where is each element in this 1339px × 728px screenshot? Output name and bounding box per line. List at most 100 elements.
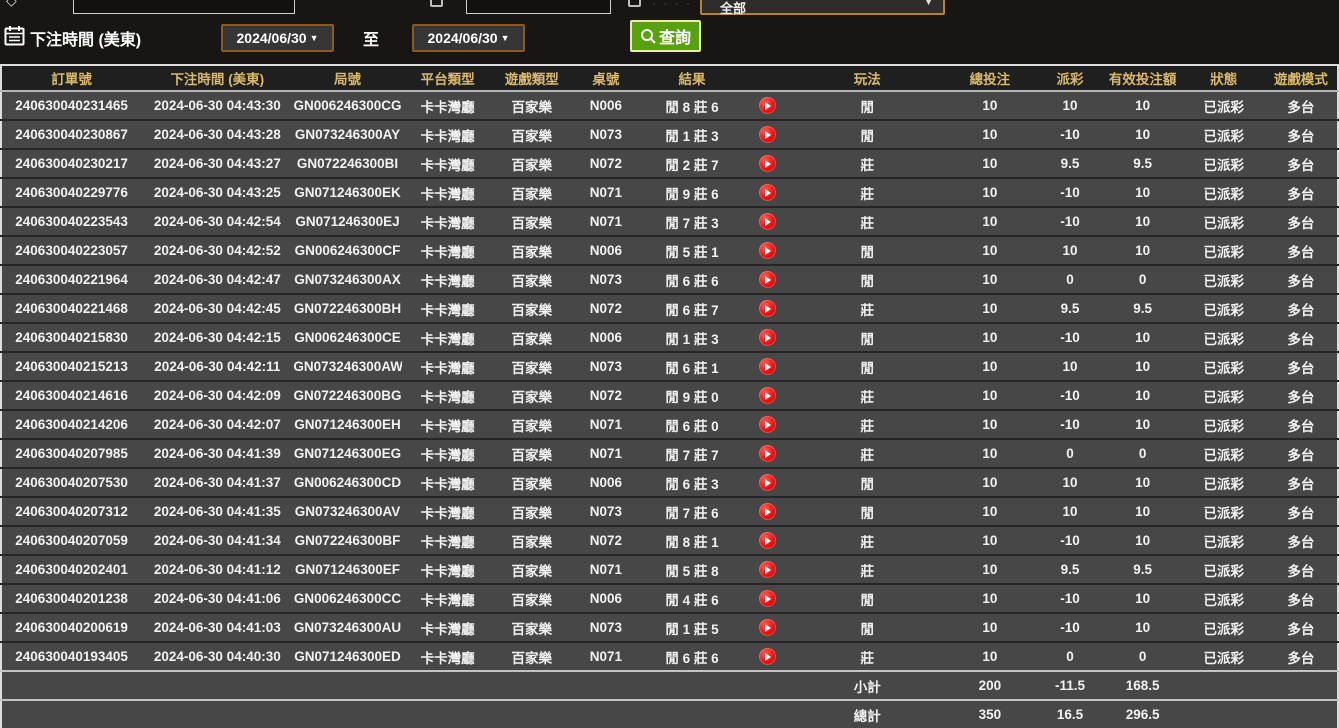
table-row: 2406300402230572024-06-30 04:42:52GN0062… xyxy=(1,236,1338,265)
replay-play-icon[interactable] xyxy=(759,358,776,375)
cropped-select[interactable]: 全部 ▼ xyxy=(700,0,945,15)
cell-status: 已派彩 xyxy=(1183,410,1265,439)
cell-platform: 卡卡灣廳 xyxy=(402,439,494,468)
replay-play-icon[interactable] xyxy=(759,213,776,230)
cell-valid: 9.5 xyxy=(1103,149,1183,178)
cell-round: GN071246300EG xyxy=(293,439,401,468)
replay-play-icon[interactable] xyxy=(759,184,776,201)
cell-replay xyxy=(742,265,792,294)
cell-platform: 卡卡灣廳 xyxy=(402,265,494,294)
cell-game: 百家樂 xyxy=(494,236,570,265)
replay-play-icon[interactable] xyxy=(759,329,776,346)
cropped-text-input-2[interactable] xyxy=(466,0,611,14)
date-to-picker[interactable]: 2024/06/30▼ xyxy=(412,24,525,52)
cell-mode: 多台 xyxy=(1265,468,1338,497)
cropped-text-input-1[interactable] xyxy=(73,0,295,14)
cell-bet: 10 xyxy=(942,468,1037,497)
cell-round: GN072246300BH xyxy=(293,294,401,323)
cell-payout: 10 xyxy=(1037,497,1102,526)
cell-valid: 10 xyxy=(1103,207,1183,236)
replay-play-icon[interactable] xyxy=(759,648,776,665)
cropped-filter-row: ◇ · · · · 全部 ▼ xyxy=(0,0,1339,15)
chevron-down-icon: ▼ xyxy=(924,0,933,7)
replay-play-icon[interactable] xyxy=(759,155,776,172)
cell-payout: 9.5 xyxy=(1037,149,1102,178)
table-row: 2406300402142062024-06-30 04:42:07GN0712… xyxy=(1,410,1338,439)
cell-tableNo: N072 xyxy=(570,149,642,178)
cell-time: 2024-06-30 04:42:45 xyxy=(141,294,293,323)
cell-play: 莊 xyxy=(792,381,942,410)
replay-play-icon[interactable] xyxy=(759,474,776,491)
cell-platform: 卡卡灣廳 xyxy=(402,91,494,120)
cell-bet: 10 xyxy=(942,265,1037,294)
cell-order: 240630040200619 xyxy=(1,613,141,642)
cell-bet: 10 xyxy=(942,294,1037,323)
cell-round: GN073246300AX xyxy=(293,265,401,294)
replay-play-icon[interactable] xyxy=(759,300,776,317)
cell-time: 2024-06-30 04:40:30 xyxy=(141,642,293,671)
cell-bet: 10 xyxy=(942,526,1037,555)
date-from-picker[interactable]: 2024/06/30▼ xyxy=(221,24,334,52)
cell-tableNo: N073 xyxy=(570,613,642,642)
cell-round: GN006246300CG xyxy=(293,91,401,120)
date-range-to-label: 至 xyxy=(363,26,379,50)
cell-result: 閒 1 莊 5 xyxy=(642,613,742,642)
replay-play-icon[interactable] xyxy=(759,619,776,636)
cell-play: 莊 xyxy=(792,207,942,236)
cell-valid: 10 xyxy=(1103,526,1183,555)
cell-replay xyxy=(742,178,792,207)
replay-play-icon[interactable] xyxy=(759,242,776,259)
cell-platform: 卡卡灣廳 xyxy=(402,381,494,410)
cell-mode: 多台 xyxy=(1265,149,1338,178)
cell-result: 閒 7 莊 6 xyxy=(642,497,742,526)
replay-play-icon[interactable] xyxy=(759,590,776,607)
total-payout: 16.5 xyxy=(1037,700,1102,728)
total-label: 總計 xyxy=(792,700,942,728)
cell-result: 閒 6 莊 6 xyxy=(642,642,742,671)
cell-bet: 10 xyxy=(942,178,1037,207)
column-header-payout: 派彩 xyxy=(1037,65,1102,91)
cell-replay xyxy=(742,642,792,671)
subtotal-row: 小計 200 -11.5 168.5 xyxy=(1,671,1338,700)
cell-round: GN073246300AU xyxy=(293,613,401,642)
replay-play-icon[interactable] xyxy=(759,561,776,578)
replay-play-icon[interactable] xyxy=(759,97,776,114)
cell-order: 240630040215213 xyxy=(1,352,141,381)
cell-payout: -10 xyxy=(1037,323,1102,352)
cell-round: GN006246300CC xyxy=(293,584,401,613)
cell-replay xyxy=(742,323,792,352)
table-row: 2406300402158302024-06-30 04:42:15GN0062… xyxy=(1,323,1338,352)
cell-game: 百家樂 xyxy=(494,410,570,439)
table-row: 2406300402075302024-06-30 04:41:37GN0062… xyxy=(1,468,1338,497)
bet-records-table: 訂單號下注時間 (美東)局號平台類型遊戲類型桌號結果玩法總投注派彩有效投注額狀態… xyxy=(0,64,1339,728)
search-button[interactable]: 查詢 xyxy=(630,20,701,52)
table-row: 2406300402146162024-06-30 04:42:09GN0722… xyxy=(1,381,1338,410)
cell-payout: -10 xyxy=(1037,584,1102,613)
cell-play: 閒 xyxy=(792,497,942,526)
column-header-time: 下注時間 (美東) xyxy=(141,65,293,91)
cell-tableNo: N071 xyxy=(570,555,642,584)
cell-bet: 10 xyxy=(942,323,1037,352)
cell-status: 已派彩 xyxy=(1183,323,1265,352)
cell-tableNo: N006 xyxy=(570,468,642,497)
replay-play-icon[interactable] xyxy=(759,416,776,433)
replay-play-icon[interactable] xyxy=(759,503,776,520)
cell-replay xyxy=(742,149,792,178)
replay-play-icon[interactable] xyxy=(759,271,776,288)
cell-order: 240630040207985 xyxy=(1,439,141,468)
table-row: 2406300402297762024-06-30 04:43:25GN0712… xyxy=(1,178,1338,207)
cell-result: 閒 6 莊 1 xyxy=(642,352,742,381)
replay-play-icon[interactable] xyxy=(759,532,776,549)
cell-mode: 多台 xyxy=(1265,381,1338,410)
cell-status: 已派彩 xyxy=(1183,352,1265,381)
table-row: 2406300402214682024-06-30 04:42:45GN0722… xyxy=(1,294,1338,323)
cell-valid: 0 xyxy=(1103,265,1183,294)
replay-play-icon[interactable] xyxy=(759,445,776,462)
replay-play-icon[interactable] xyxy=(759,126,776,143)
table-row: 2406300402024012024-06-30 04:41:12GN0712… xyxy=(1,555,1338,584)
table-row: 2406300402152132024-06-30 04:42:11GN0732… xyxy=(1,352,1338,381)
total-empty xyxy=(1265,700,1338,728)
cell-tableNo: N072 xyxy=(570,381,642,410)
replay-play-icon[interactable] xyxy=(759,387,776,404)
cell-bet: 10 xyxy=(942,613,1037,642)
